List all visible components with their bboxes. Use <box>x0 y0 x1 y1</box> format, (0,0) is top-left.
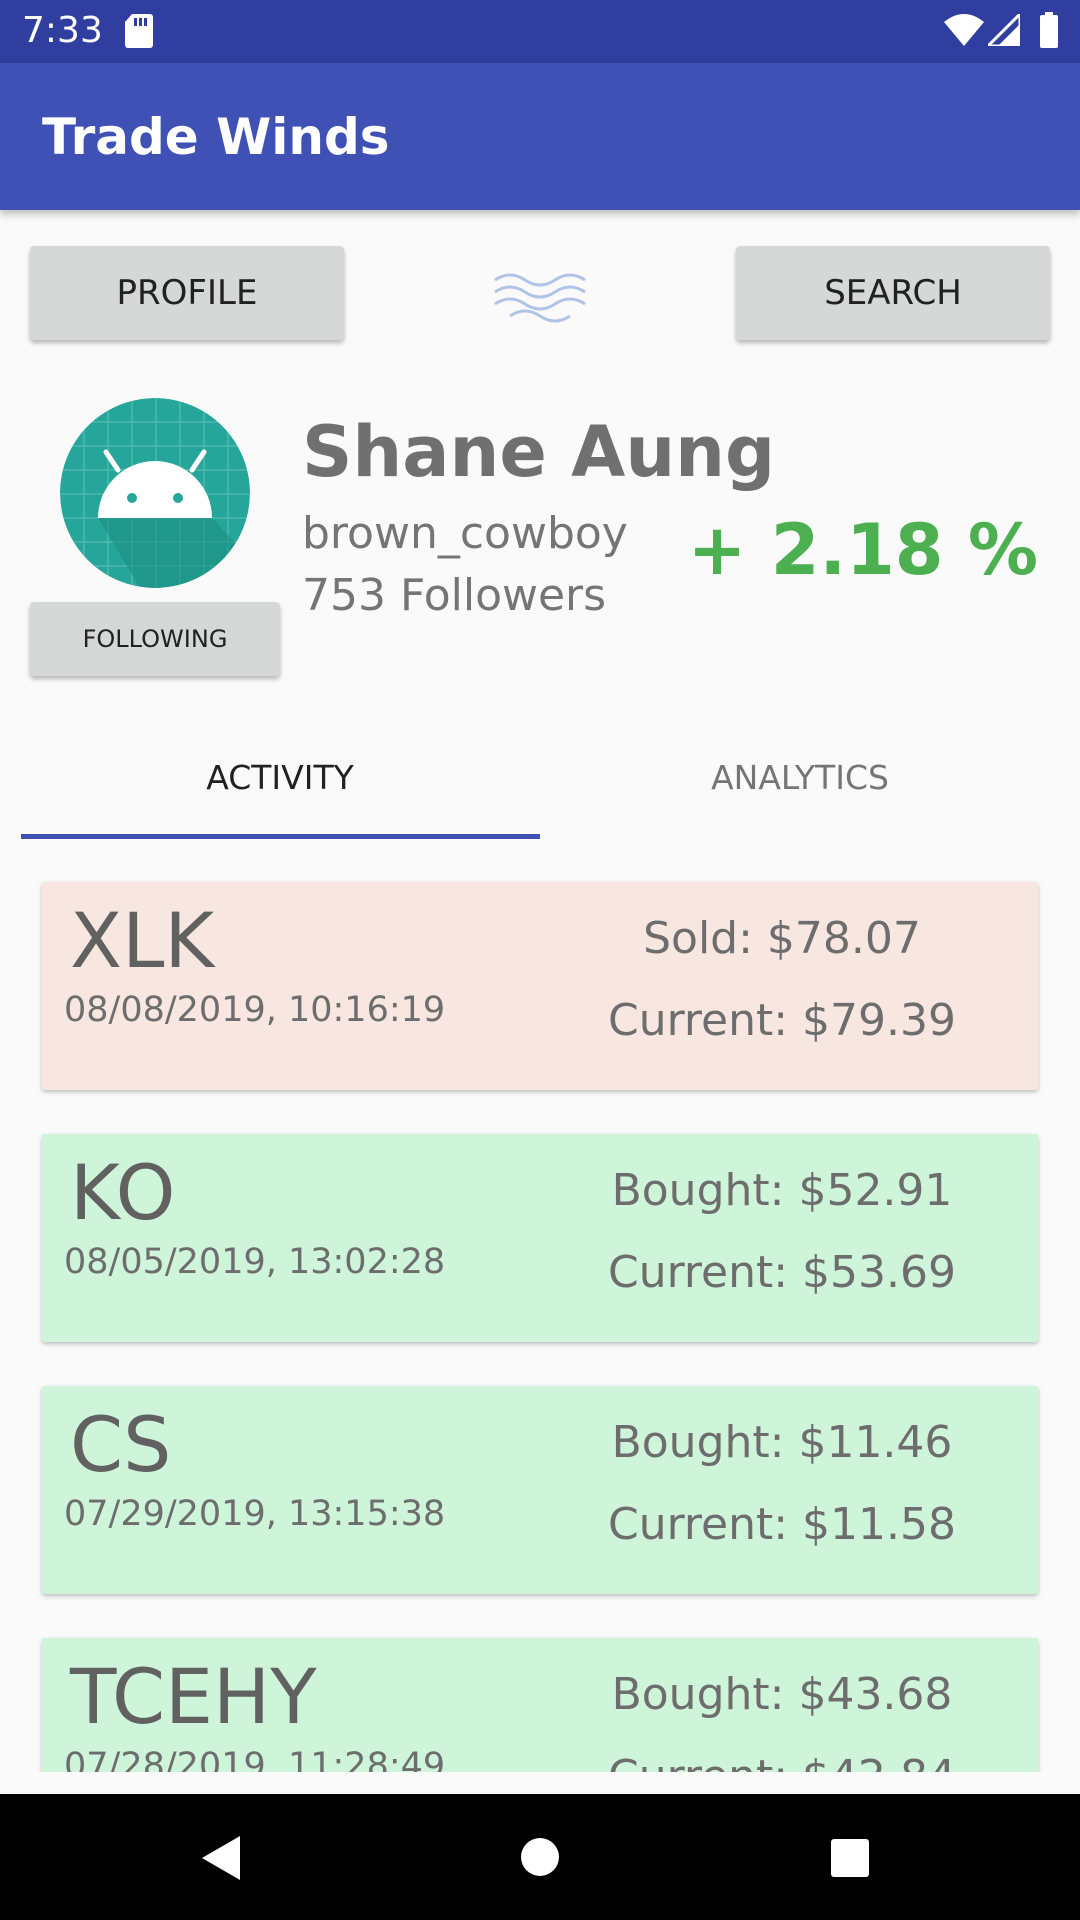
follower-count[interactable]: 753 Followers <box>302 568 606 624</box>
recents-icon[interactable] <box>830 1838 870 1878</box>
wind-waves-icon <box>494 273 586 323</box>
trade-price: Bought: $52.91 <box>611 1165 953 1216</box>
app-bar: Trade Winds <box>0 63 1080 210</box>
cell-signal-icon <box>988 14 1020 46</box>
app-title: Trade Winds <box>42 108 390 166</box>
following-button[interactable]: FOLLOWING <box>30 602 280 676</box>
user-name: Shane Aung <box>302 411 776 493</box>
trade-timestamp: 07/28/2019, 11:28:49 <box>64 1746 446 1772</box>
battery-icon <box>1040 12 1058 48</box>
profile-button[interactable]: PROFILE <box>30 246 344 340</box>
trade-price: Sold: $78.07 <box>643 913 921 964</box>
trade-price: Bought: $43.68 <box>611 1669 953 1720</box>
trade-timestamp: 08/05/2019, 13:02:28 <box>64 1242 446 1282</box>
current-price: Current: $42.84 <box>542 1750 1022 1772</box>
ticker-symbol: KO <box>70 1148 176 1237</box>
sd-card-icon <box>125 14 153 48</box>
tab-indicator <box>21 834 540 839</box>
status-bar: 7:33 <box>0 0 1080 63</box>
avatar <box>60 398 250 588</box>
current-price: Current: $11.58 <box>607 1499 957 1550</box>
tab-analytics[interactable]: ANALYTICS <box>540 740 1060 840</box>
activity-card[interactable]: KO 08/05/2019, 13:02:28 Bought: $52.91 C… <box>42 1134 1038 1342</box>
trade-price: Bought: $11.46 <box>611 1417 953 1468</box>
tab-activity[interactable]: ACTIVITY <box>20 740 540 840</box>
current-price: Current: $53.69 <box>607 1247 957 1298</box>
back-icon[interactable] <box>200 1834 244 1882</box>
ticker-symbol: TCEHY <box>70 1652 317 1741</box>
home-icon[interactable] <box>520 1837 560 1877</box>
ticker-symbol: CS <box>70 1400 172 1489</box>
user-handle: brown_cowboy <box>302 508 628 559</box>
portfolio-gain: + 2.18 % <box>687 509 1038 591</box>
ticker-symbol: XLK <box>70 896 215 985</box>
activity-card[interactable]: XLK 08/08/2019, 10:16:19 Sold: $78.07 Cu… <box>42 882 1038 1090</box>
trade-timestamp: 07/29/2019, 13:15:38 <box>64 1494 446 1534</box>
wifi-icon <box>944 14 984 46</box>
navigation-bar <box>0 1794 1080 1920</box>
current-price: Current: $79.39 <box>607 995 957 1046</box>
status-time: 7:33 <box>22 10 103 51</box>
search-button[interactable]: SEARCH <box>736 246 1050 340</box>
activity-list[interactable]: XLK 08/08/2019, 10:16:19 Sold: $78.07 Cu… <box>0 862 1080 1772</box>
activity-card[interactable]: TCEHY 07/28/2019, 11:28:49 Bought: $43.6… <box>42 1638 1038 1772</box>
android-avatar-icon <box>60 398 250 588</box>
trade-timestamp: 08/08/2019, 10:16:19 <box>64 990 446 1030</box>
activity-card[interactable]: CS 07/29/2019, 13:15:38 Bought: $11.46 C… <box>42 1386 1038 1594</box>
